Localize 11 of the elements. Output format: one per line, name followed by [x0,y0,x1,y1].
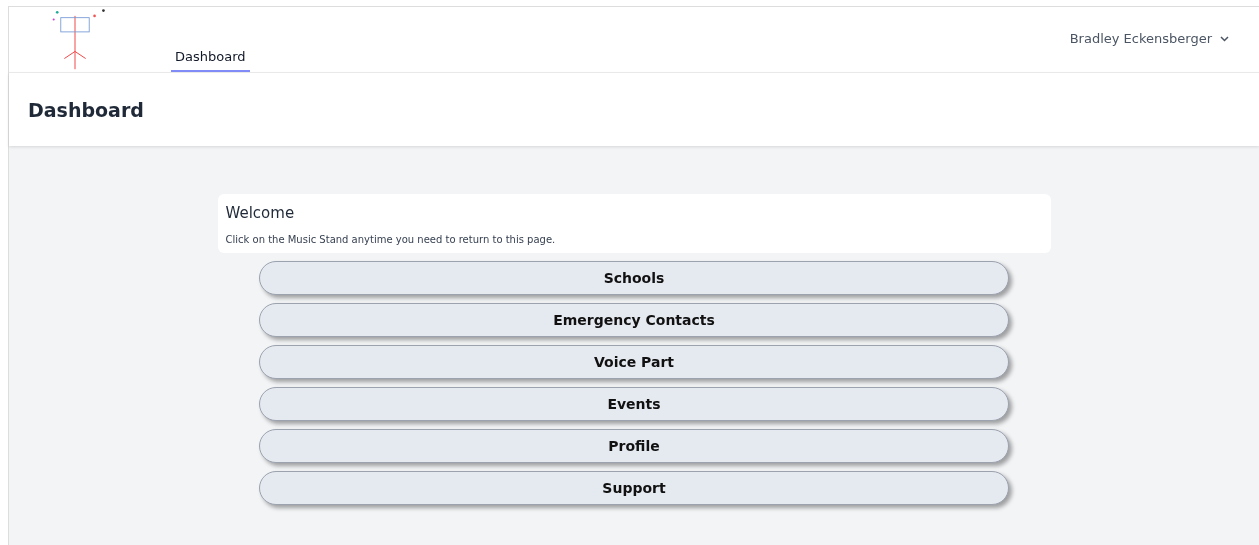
menu-button[interactable]: Emergency Contacts [259,303,1009,337]
menu-button[interactable]: Events [259,387,1009,421]
menu-button[interactable]: Profile [259,429,1009,463]
menu-button[interactable]: Voice Part [259,345,1009,379]
menu-button[interactable]: Support [259,471,1009,505]
user-menu[interactable]: Bradley Eckensberger [1069,31,1229,46]
welcome-title: Welcome [225,204,296,222]
chevron-down-icon [1220,35,1229,42]
page-title: Dashboard [28,98,144,121]
welcome-text: Click on the Music Stand anytime you need to return to this page. [225,234,557,245]
menu-button[interactable]: Schools [259,261,1009,295]
